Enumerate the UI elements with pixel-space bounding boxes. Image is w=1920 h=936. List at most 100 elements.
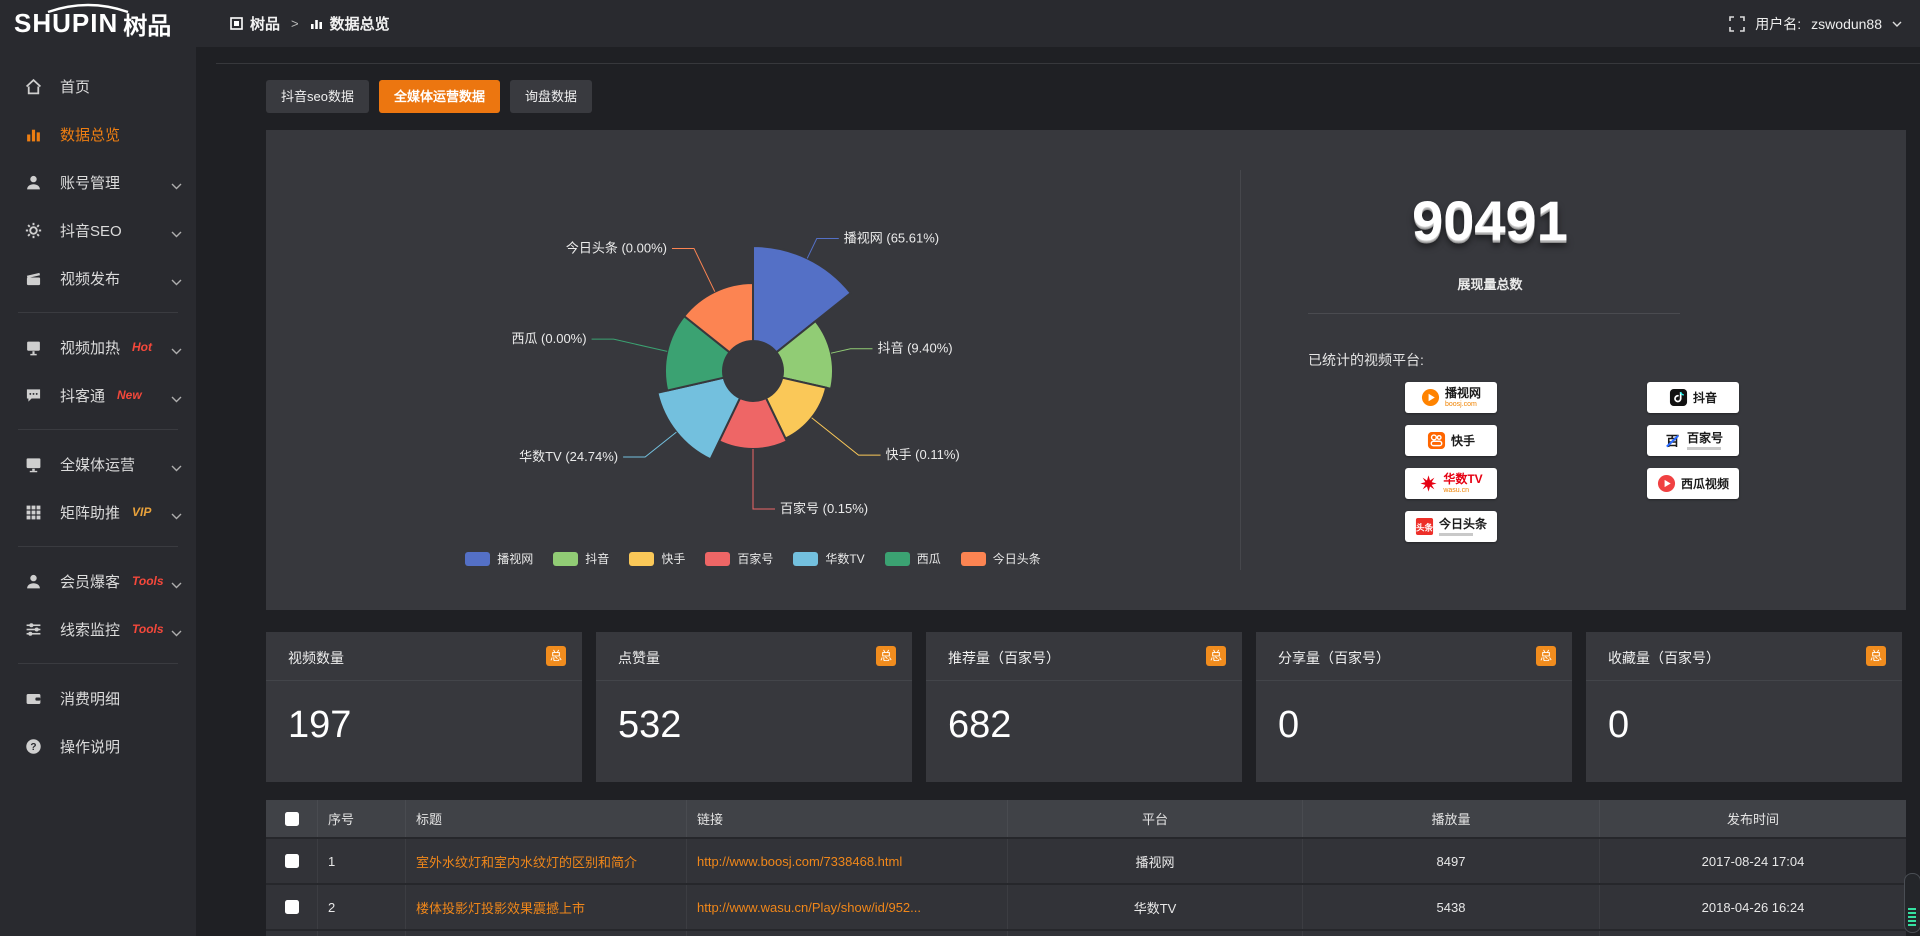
platform-badge-华数TV: 华数TVwasu.cn xyxy=(1405,468,1497,499)
sidebar-item-消费明细[interactable]: 消费明细 xyxy=(0,674,196,722)
platform-name: 华数TV xyxy=(1443,473,1482,485)
cell-time: 2018-04-26 16:24 xyxy=(1600,885,1906,929)
platform-badge-text: 百家号 xyxy=(1687,432,1723,450)
sidebar-item-label: 账号管理 xyxy=(60,172,120,193)
breadcrumb-root[interactable]: 树品 xyxy=(250,13,280,34)
content-divider xyxy=(216,63,1920,64)
cell-platform: 华数TV xyxy=(1008,885,1303,929)
sidebar-item-全媒体运营[interactable]: 全媒体运营 xyxy=(0,440,196,488)
sidebar-item-label: 线索监控 xyxy=(60,619,120,640)
fullscreen-icon[interactable] xyxy=(1729,16,1745,32)
chevron-down-icon xyxy=(171,624,182,642)
platform-badge-抖音: 抖音 xyxy=(1647,382,1739,413)
sidebar-divider xyxy=(18,663,178,664)
select-all-checkbox[interactable] xyxy=(285,812,299,826)
legend-item-抖音[interactable]: 抖音 xyxy=(553,550,609,567)
heat-icon xyxy=(25,339,42,356)
platforms-list-label: 已统计的视频平台: xyxy=(1308,350,1424,370)
tab-全媒体运营数据[interactable]: 全媒体运营数据 xyxy=(379,80,500,113)
chevron-down-icon xyxy=(171,225,182,243)
pie-label-line-西瓜 xyxy=(592,339,668,351)
sidebar-item-badge: Hot xyxy=(132,340,152,354)
sidebar-item-badge: Tools xyxy=(132,622,164,636)
platform-badge-text: 抖音 xyxy=(1693,392,1717,404)
chart-mini-icon xyxy=(310,17,323,30)
cell-title[interactable]: 室外水纹灯和室内水纹灯的区别和简介 xyxy=(406,839,687,883)
svg-text:头条: 头条 xyxy=(1416,521,1434,532)
impressions-total-label: 展现量总数 xyxy=(1240,274,1740,293)
breadcrumb: 树品 > 数据总览 xyxy=(230,0,390,47)
platform-subtext: boosj.com xyxy=(1445,401,1481,408)
sidebar-item-label: 全媒体运营 xyxy=(60,454,135,475)
legend-item-西瓜[interactable]: 西瓜 xyxy=(885,550,941,567)
sidebar-item-视频发布[interactable]: 视频发布 xyxy=(0,254,196,302)
sidebar-item-矩阵助推[interactable]: 矩阵助推VIP xyxy=(0,488,196,536)
platform-subtext-bar xyxy=(1439,533,1473,536)
pie-label-快手: 快手 (0.11%) xyxy=(886,447,960,462)
user-menu-chevron-icon[interactable] xyxy=(1892,21,1902,27)
sidebar-item-label: 视频发布 xyxy=(60,268,120,289)
cell-title[interactable]: 楼体投影灯投影效果震撼上市 xyxy=(406,885,687,929)
chat-icon xyxy=(25,387,42,404)
legend-item-华数TV[interactable]: 华数TV xyxy=(793,550,864,567)
legend-swatch xyxy=(705,552,730,566)
sidebar-item-label: 消费明细 xyxy=(60,688,120,709)
breadcrumb-separator: > xyxy=(291,16,299,31)
gear-icon xyxy=(25,222,42,239)
legend-label: 抖音 xyxy=(585,550,609,567)
grid-icon xyxy=(25,504,42,521)
legend-label: 快手 xyxy=(661,550,685,567)
videos-table: 序号标题链接平台播放量发布时间1室外水纹灯和室内水纹灯的区别和简介http://… xyxy=(266,800,1906,936)
legend-item-今日头条[interactable]: 今日头条 xyxy=(961,550,1041,567)
sidebar-item-抖客通[interactable]: 抖客通New xyxy=(0,371,196,419)
sidebar-item-label: 首页 xyxy=(60,76,90,97)
baijiahao-logo-icon: 百 xyxy=(1663,431,1682,450)
data-tabs: 抖音seo数据全媒体运营数据询盘数据 xyxy=(266,80,592,113)
home-icon xyxy=(25,78,42,95)
legend-label: 西瓜 xyxy=(917,550,941,567)
widget-stripes-icon xyxy=(1908,908,1916,928)
legend-swatch xyxy=(553,552,578,566)
row-checkbox-cell xyxy=(266,839,318,883)
pie-label-line-抖音 xyxy=(831,349,872,353)
sidebar-item-视频加热[interactable]: 视频加热 Hot xyxy=(0,323,196,371)
sidebar-item-首页[interactable]: 首页 xyxy=(0,62,196,110)
root-icon xyxy=(230,17,243,30)
platform-share-rose-chart[interactable]: 播视网 (65.61%)抖音 (9.40%)快手 (0.11%)百家号 (0.1… xyxy=(266,130,1240,550)
table-header-checkbox-cell xyxy=(266,800,318,837)
row-checkbox[interactable] xyxy=(285,854,299,868)
sidebar-item-抖音SEO[interactable]: 抖音SEO xyxy=(0,206,196,254)
legend-item-百家号[interactable]: 百家号 xyxy=(705,550,773,567)
monitor-icon xyxy=(25,456,42,473)
table-header-row: 序号标题链接平台播放量发布时间 xyxy=(266,800,1906,839)
stat-card-视频数量: 视频数量总197 xyxy=(266,632,582,782)
cell-empty xyxy=(1008,931,1303,936)
chart-legend: 播视网 抖音 快手 百家号 华数TV 西瓜 今日头条 xyxy=(266,550,1240,567)
cell-link[interactable]: http://www.boosj.com/7338468.html xyxy=(687,839,1008,883)
row-checkbox[interactable] xyxy=(285,900,299,914)
legend-item-播视网[interactable]: 播视网 xyxy=(465,550,533,567)
sidebar-item-账号管理[interactable]: 账号管理 xyxy=(0,158,196,206)
chart-icon xyxy=(25,126,42,143)
cell-link[interactable]: http://www.wasu.cn/Play/show/id/952... xyxy=(687,885,1008,929)
tab-抖音seo数据[interactable]: 抖音seo数据 xyxy=(266,80,369,113)
sidebar-item-会员爆客[interactable]: 会员爆客Tools xyxy=(0,557,196,605)
table-row: 1室外水纹灯和室内水纹灯的区别和简介http://www.boosj.com/7… xyxy=(266,839,1906,885)
stat-card-收藏量（百家号）: 收藏量（百家号）总0 xyxy=(1586,632,1902,782)
platform-badge-text: 西瓜视频 xyxy=(1681,478,1729,490)
total-badge: 总 xyxy=(876,646,896,666)
username-value[interactable]: zswodun88 xyxy=(1811,16,1882,32)
stat-card-title: 点赞量 xyxy=(618,648,660,668)
stat-card-title: 收藏量（百家号） xyxy=(1608,648,1720,668)
table-header-链接: 链接 xyxy=(687,800,1008,837)
floating-widget[interactable] xyxy=(1904,873,1920,933)
sidebar-item-label: 视频加热 xyxy=(60,337,120,358)
stat-card-value: 197 xyxy=(288,704,351,747)
breadcrumb-current[interactable]: 数据总览 xyxy=(330,13,390,34)
legend-item-快手[interactable]: 快手 xyxy=(629,550,685,567)
cell-empty xyxy=(318,931,406,936)
tab-询盘数据[interactable]: 询盘数据 xyxy=(510,80,592,113)
sidebar-item-数据总览[interactable]: 数据总览 xyxy=(0,110,196,158)
sidebar-item-操作说明[interactable]: ?操作说明 xyxy=(0,722,196,770)
sidebar-item-线索监控[interactable]: 线索监控 Tools xyxy=(0,605,196,653)
